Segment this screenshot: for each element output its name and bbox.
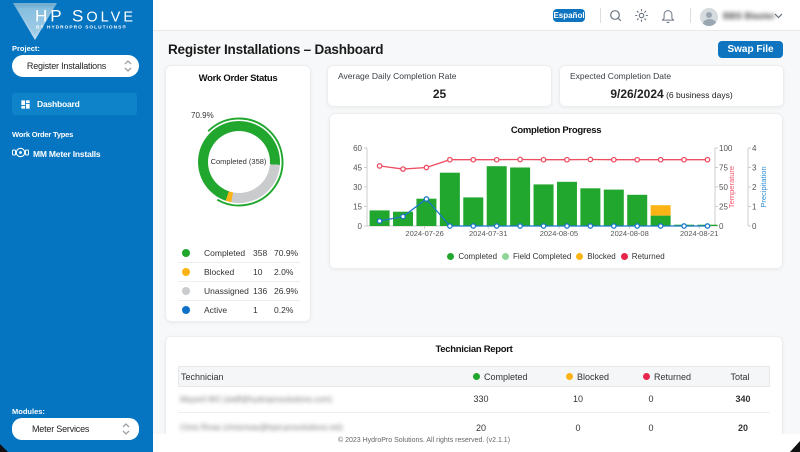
svg-text:2024-08-21: 2024-08-21 bbox=[680, 229, 718, 238]
svg-text:BY HYDROPRO SOLUTIONS®: BY HYDROPRO SOLUTIONS® bbox=[36, 24, 127, 31]
svg-text:3: 3 bbox=[752, 164, 757, 173]
svg-text:45: 45 bbox=[353, 164, 362, 173]
svg-text:15: 15 bbox=[353, 203, 362, 212]
svg-text:2024-08-05: 2024-08-05 bbox=[540, 229, 578, 238]
svg-text:Temperature: Temperature bbox=[727, 166, 736, 208]
svg-text:0: 0 bbox=[752, 222, 757, 231]
svg-text:Precipitation: Precipitation bbox=[759, 166, 768, 207]
svg-text:2024-08-08: 2024-08-08 bbox=[610, 229, 648, 238]
svg-text:1: 1 bbox=[752, 203, 757, 212]
svg-text:4: 4 bbox=[752, 144, 757, 153]
svg-text:2: 2 bbox=[752, 183, 757, 192]
svg-text:2024-07-26: 2024-07-26 bbox=[405, 229, 443, 238]
svg-text:60: 60 bbox=[353, 144, 362, 153]
svg-text:0: 0 bbox=[719, 222, 724, 231]
svg-text:2024-07-31: 2024-07-31 bbox=[469, 229, 507, 238]
svg-text:30: 30 bbox=[353, 183, 362, 192]
svg-text:0: 0 bbox=[358, 222, 363, 231]
svg-text:100: 100 bbox=[719, 144, 733, 153]
svg-text:HP SOLVE: HP SOLVE bbox=[35, 7, 136, 26]
